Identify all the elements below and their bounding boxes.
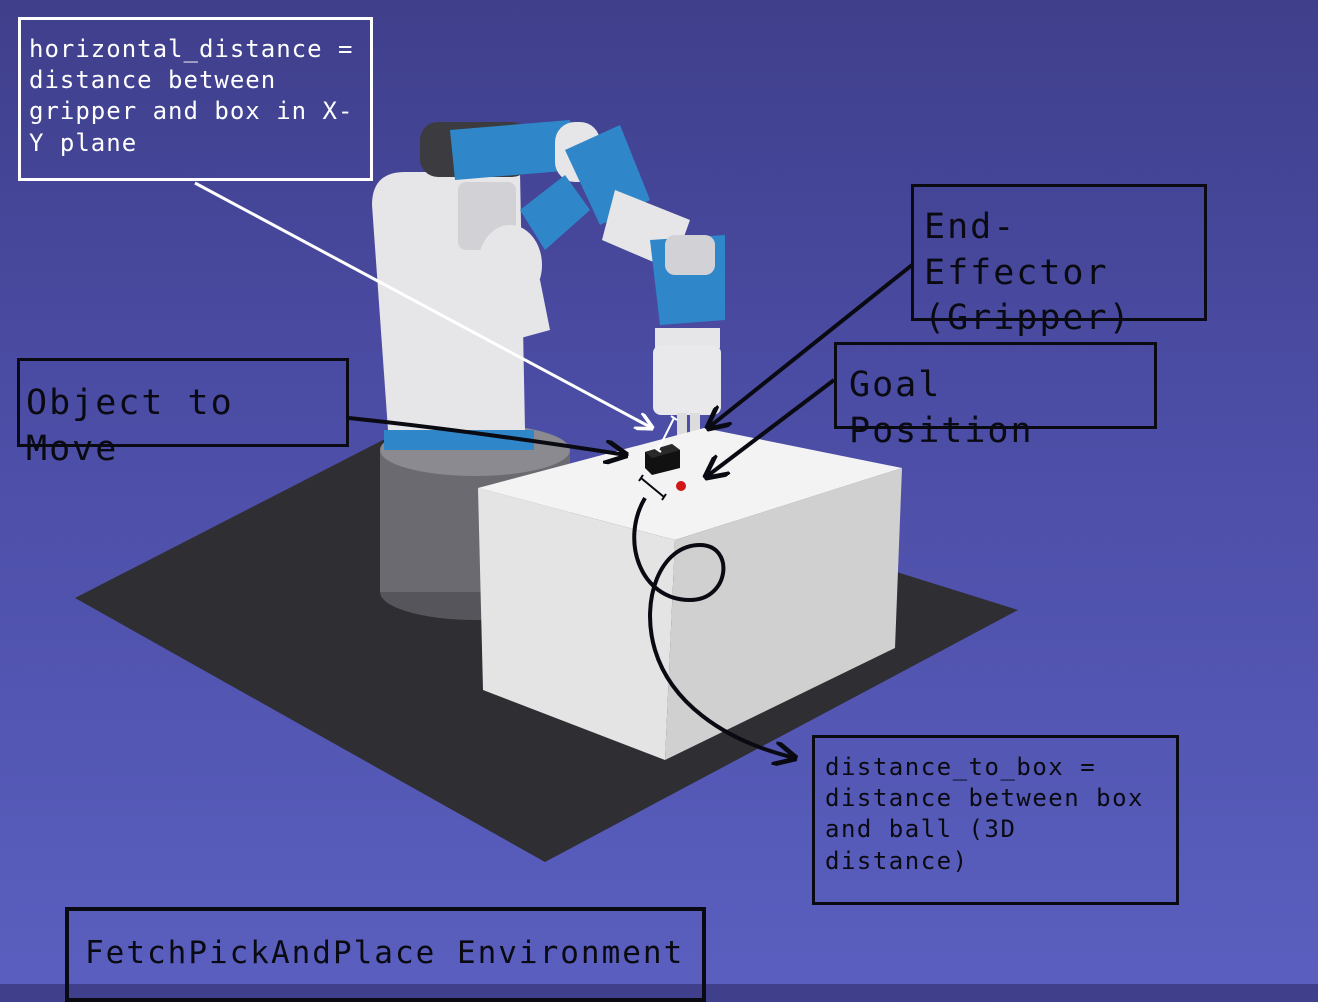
end-effector-label: End-Effector (Gripper): [911, 184, 1207, 338]
horizontal-distance-label: horizontal_distance = distance between g…: [18, 17, 373, 181]
robot-arm: [450, 120, 725, 348]
table: [478, 428, 902, 760]
goal-position-label: Goal Position: [834, 342, 1157, 451]
distance-to-box-label: distance_to_box = distance between box a…: [812, 735, 1179, 905]
object-to-move-label: Object to Move: [17, 358, 349, 469]
environment-title: FetchPickAndPlace Environment: [65, 907, 706, 1002]
goal-ball: [676, 481, 686, 491]
